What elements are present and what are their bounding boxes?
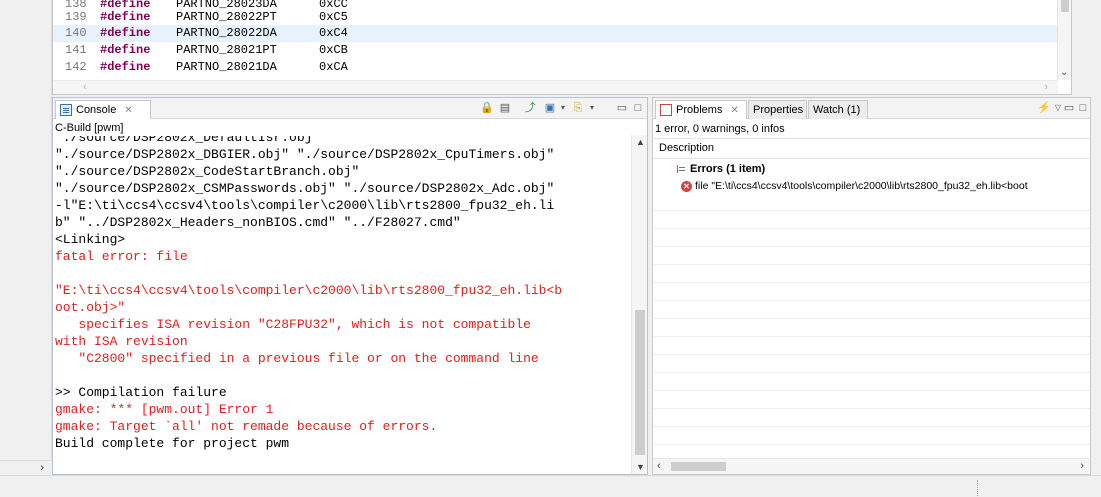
console-line: "E:\ti\ccs4\ccsv4\tools\compiler\c2000\l… (55, 283, 563, 298)
status-separator (977, 480, 978, 496)
scroll-right-icon[interactable]: › (1080, 460, 1084, 472)
line-number: 139 (65, 10, 87, 24)
macro-name: PARTNO_28021PT (176, 43, 277, 57)
close-icon[interactable]: ✕ (730, 105, 738, 116)
line-number: 140 (65, 26, 87, 40)
console-line: <Linking> (55, 232, 126, 247)
console-line: "./source/DSP2802x_DBGIER.obj" "./source… (55, 147, 555, 162)
scroll-left-icon[interactable]: ‹ (657, 460, 661, 472)
scroll-down-icon[interactable]: ▼ (636, 462, 645, 472)
console-line: "C2800" specified in a previous file or … (55, 351, 539, 366)
scrollbar-thumb[interactable] (671, 462, 726, 471)
minimize-icon[interactable]: ▭ (1062, 101, 1076, 115)
define-keyword: #define (100, 60, 151, 74)
macro-value: 0xCA (319, 60, 348, 74)
console-line: >> Compilation failure (55, 385, 227, 400)
macro-value: 0xC5 (319, 10, 348, 24)
macro-name: PARTNO_28022DA (176, 26, 277, 40)
macro-value: 0xCB (319, 43, 348, 57)
console-icon (60, 104, 72, 116)
scroll-left-icon[interactable]: ‹ (83, 81, 87, 93)
tab-properties[interactable]: Properties (748, 100, 807, 119)
pin-console-icon[interactable]: ⤴ (523, 101, 537, 115)
line-number: 142 (65, 60, 87, 74)
problems-table[interactable]: Description Errors (1 item) ✕ file "E:\t… (653, 138, 1090, 459)
console-line: Build complete for project pwm (55, 436, 290, 451)
code-line[interactable]: 141 #define PARTNO_28021PT 0xCB (53, 42, 1061, 59)
tree-icon (677, 165, 686, 173)
tab-watch[interactable]: Watch (1) (808, 100, 868, 119)
scrollbar-thumb[interactable] (1061, 0, 1069, 12)
console-line: oot.obj>" (55, 300, 126, 315)
console-build-label: C-Build [pwm] (55, 122, 124, 134)
code-editor[interactable]: 138 #define PARTNO_28023DA 0xCC 139 #define PA… (52, 0, 1072, 95)
editor-vertical-scrollbar[interactable]: ⌄ (1057, 0, 1071, 80)
display-console-icon[interactable]: ▣ (543, 101, 557, 115)
errors-group-row[interactable]: Errors (1 item) (653, 160, 1090, 178)
tab-console-label: Console (76, 104, 117, 116)
console-line: fatal error: file (55, 249, 188, 264)
scroll-down-icon[interactable]: ⌄ (1060, 67, 1068, 78)
console-line: "./source/DSP2802x_CodeStartBranch.obj" (55, 164, 360, 179)
column-header-description[interactable]: Description (653, 139, 1090, 159)
problems-horizontal-scrollbar[interactable]: ‹ › (653, 458, 1090, 474)
filter-icon[interactable]: ⚡ (1037, 101, 1051, 115)
errors-group-label: Errors (1 item) (690, 163, 766, 175)
code-line[interactable]: 139 #define PARTNO_28022PT 0xC5 (53, 9, 1061, 26)
scroll-up-icon[interactable]: ▲ (636, 137, 645, 147)
console-line: -l"E:\ti\ccs4\ccsv4\tools\compiler\c2000… (55, 198, 555, 213)
console-line: b" "../DSP2802x_Headers_nonBIOS.cmd" "..… (55, 215, 461, 230)
editor-horizontal-scrollbar[interactable]: ‹ › (53, 80, 1058, 94)
problems-tabbar: Problems ✕ Properties Watch (1) ⚡ ▽ ▭ □ (653, 98, 1090, 119)
tab-problems[interactable]: Problems ✕ (655, 100, 747, 119)
console-vertical-scrollbar[interactable]: ▲ ▼ (631, 135, 647, 474)
line-number: 141 (65, 43, 87, 57)
console-output[interactable]: "./source/DSP2802x_DefaultIsr.obj" "./sou… (53, 136, 633, 476)
scroll-right-icon[interactable]: › (40, 462, 44, 474)
maximize-icon[interactable]: □ (631, 101, 645, 115)
new-console-icon[interactable]: ⎘ (571, 101, 585, 115)
chevron-down-icon[interactable]: ▾ (556, 101, 570, 115)
left-panel-scrollbar[interactable]: › (0, 460, 52, 475)
problems-icon (660, 104, 672, 116)
code-line[interactable]: 140 #define PARTNO_28022DA 0xC4 (53, 25, 1061, 42)
console-view: Console ✕ 🔒 ▤ ⤴ ▣ ▾ ⎘ ▾ ▭ □ C-Build [pwm]… (52, 97, 648, 475)
lock-icon[interactable]: 🔒 (480, 101, 494, 115)
console-line: gmake: *** [pwm.out] Error 1 (55, 402, 274, 417)
scrollbar-thumb[interactable] (635, 310, 645, 455)
close-icon[interactable]: ✕ (124, 105, 132, 116)
tab-problems-label: Problems (676, 104, 723, 116)
macro-name: PARTNO_28021DA (176, 60, 277, 74)
scroll-lock-icon[interactable]: ▤ (498, 101, 512, 115)
problems-summary: 1 error, 0 warnings, 0 infos (655, 123, 785, 135)
error-item-row[interactable]: ✕ file "E:\ti\ccs4\ccsv4\tools\compiler\… (653, 178, 1090, 195)
console-tabbar: Console ✕ 🔒 ▤ ⤴ ▣ ▾ ⎘ ▾ ▭ □ (53, 98, 647, 119)
define-keyword: #define (100, 43, 151, 57)
code-line[interactable]: 142 #define PARTNO_28021DA 0xCA (53, 59, 1061, 76)
scroll-right-icon[interactable]: › (1044, 81, 1048, 93)
tab-console[interactable]: Console ✕ (55, 100, 151, 119)
status-bar (0, 475, 1101, 497)
console-line: specifies ISA revision "C28FPU32", which… (55, 317, 531, 332)
problems-view: Problems ✕ Properties Watch (1) ⚡ ▽ ▭ □ 1… (652, 97, 1091, 475)
right-edge (1091, 97, 1101, 475)
macro-value: 0xC4 (319, 26, 348, 40)
console-line: "./source/DSP2802x_CSMPasswords.obj" "./… (55, 181, 555, 196)
define-keyword: #define (100, 10, 151, 24)
error-item-text: file "E:\ti\ccs4\ccsv4\tools\compiler\c2… (695, 180, 1028, 192)
define-keyword: #define (100, 26, 151, 40)
minimize-icon[interactable]: ▭ (615, 101, 629, 115)
console-line: gmake: Target `all' not remade because o… (55, 419, 438, 434)
chevron-down-icon[interactable]: ▾ (585, 101, 599, 115)
console-line: with ISA revision (55, 334, 188, 349)
macro-name: PARTNO_28022PT (176, 10, 277, 24)
console-line: "./source/DSP2802x_DefaultIsr.obj" (55, 136, 321, 145)
error-icon: ✕ (681, 181, 692, 192)
left-panel-strip (0, 0, 52, 475)
maximize-icon[interactable]: □ (1076, 101, 1090, 115)
